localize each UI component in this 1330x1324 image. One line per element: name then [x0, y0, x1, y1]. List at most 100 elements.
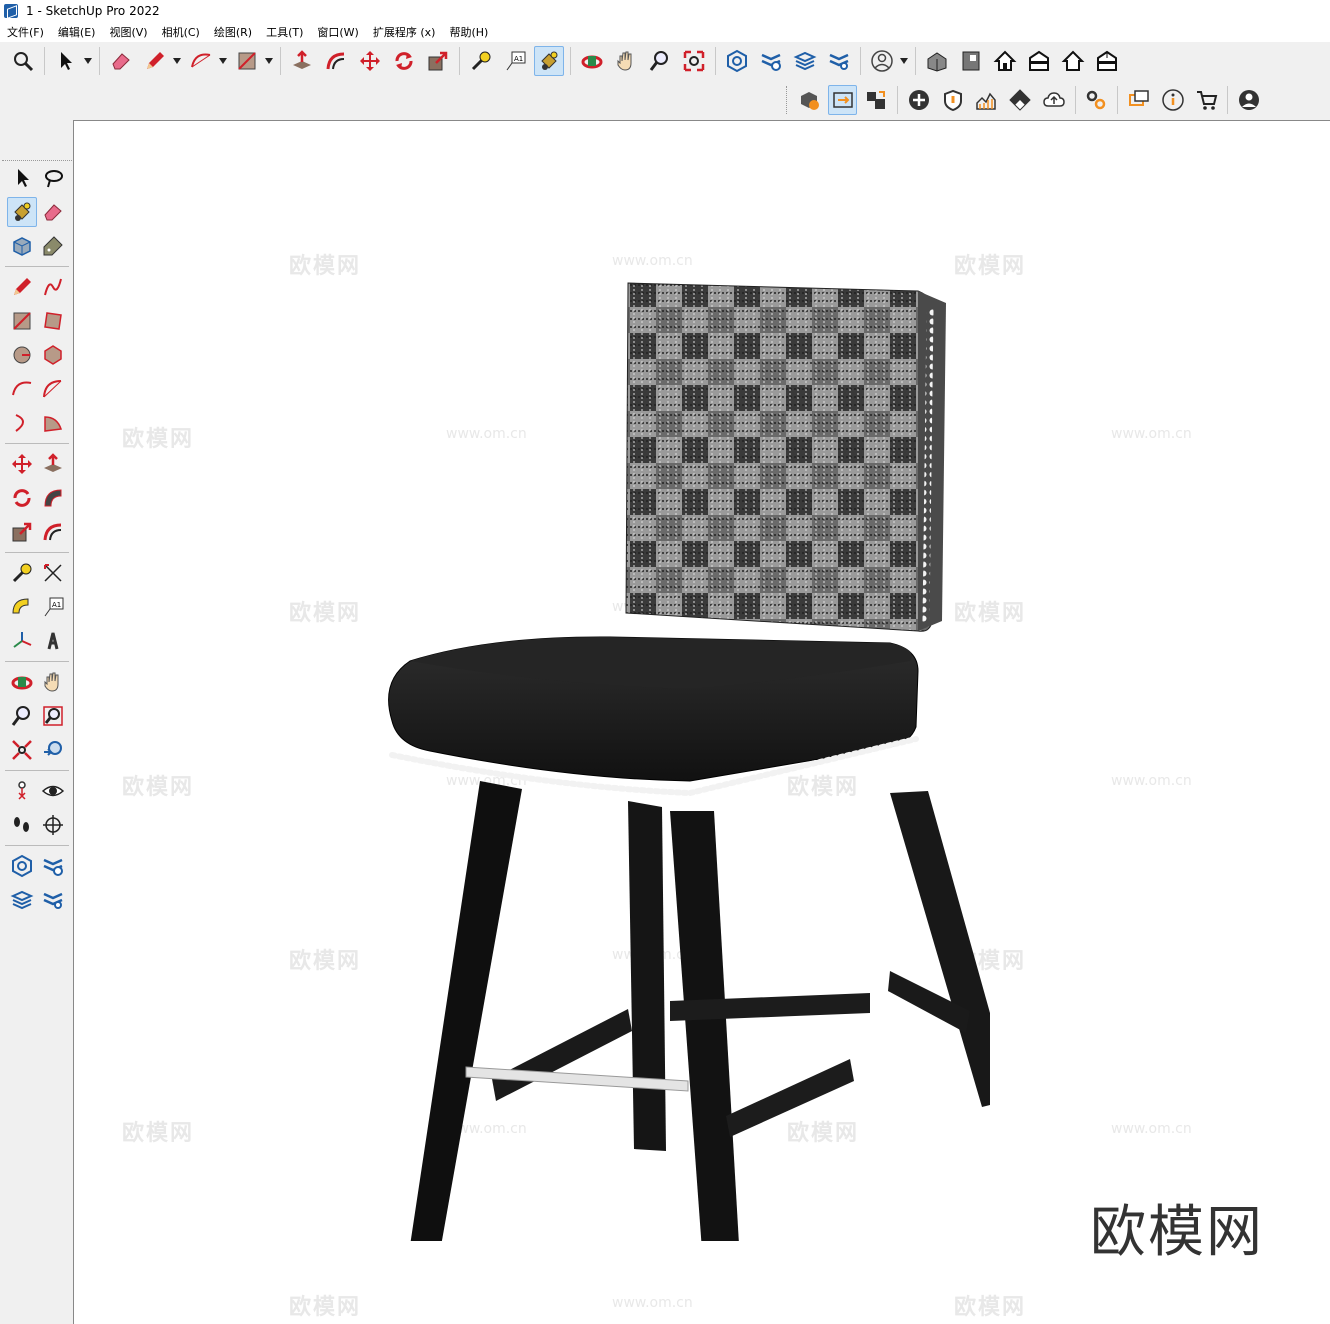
3d-warehouse-tool[interactable] — [7, 851, 37, 881]
line-tool[interactable] — [7, 272, 37, 302]
messages-button[interactable] — [1124, 85, 1154, 115]
section-plane-button[interactable] — [794, 85, 824, 115]
pan-tool[interactable] — [38, 667, 68, 697]
rectangle-tool[interactable] — [7, 306, 37, 336]
previous-view-tool[interactable] — [38, 735, 68, 765]
protractor-tool[interactable] — [7, 592, 37, 622]
profile-button[interactable] — [1234, 85, 1264, 115]
dynamic-components-button[interactable] — [1082, 85, 1112, 115]
menu-extensions[interactable]: 扩展程序 (x) — [366, 24, 443, 40]
push-pull-tool[interactable] — [38, 449, 68, 479]
menu-help[interactable]: 帮助(H) — [442, 24, 495, 40]
select-button[interactable] — [51, 46, 81, 76]
menu-file[interactable]: 文件(F) — [0, 24, 51, 40]
toggle-terrain-button[interactable] — [971, 85, 1001, 115]
shapes-button[interactable] — [232, 46, 262, 76]
scale-button[interactable] — [423, 46, 453, 76]
display-section-planes-button[interactable] — [827, 85, 858, 115]
walk-tool[interactable] — [7, 810, 37, 840]
zoom-tool[interactable] — [7, 701, 37, 731]
make-component-tool[interactable] — [7, 231, 37, 261]
cloud-upload-button[interactable] — [1039, 85, 1069, 115]
arc-dropdown[interactable] — [218, 46, 228, 76]
extension-warehouse-button[interactable] — [756, 46, 786, 76]
follow-me-tool[interactable] — [38, 483, 68, 513]
menu-camera[interactable]: 相机(C) — [155, 24, 207, 40]
menu-edit[interactable]: 编辑(E) — [51, 24, 103, 40]
line-dropdown[interactable] — [172, 46, 182, 76]
tape-measure-button[interactable] — [466, 46, 496, 76]
text-tool[interactable]: A1 — [38, 592, 68, 622]
layout-tool[interactable] — [7, 885, 37, 915]
arc-tool[interactable] — [7, 374, 37, 404]
front-view-button[interactable] — [990, 46, 1020, 76]
extension-warehouse-tool[interactable] — [38, 851, 68, 881]
menu-view[interactable]: 视图(V) — [102, 24, 154, 40]
select-dropdown[interactable] — [83, 46, 93, 76]
extension-manager-tool[interactable] — [38, 885, 68, 915]
orbit-view-tool[interactable] — [7, 667, 37, 697]
iso-view-button[interactable] — [922, 46, 952, 76]
offset-tool[interactable] — [38, 517, 68, 547]
section-plane-tool[interactable] — [38, 810, 68, 840]
dimension-tool[interactable] — [38, 558, 68, 588]
tag-tool[interactable] — [38, 231, 68, 261]
paint-bucket-button[interactable] — [534, 46, 564, 76]
scale-tool[interactable] — [7, 517, 37, 547]
menu-window[interactable]: 窗口(W) — [310, 24, 365, 40]
account-dropdown[interactable] — [899, 46, 909, 76]
toolbar-handle[interactable] — [786, 86, 789, 114]
menu-tools[interactable]: 工具(T) — [259, 24, 310, 40]
freehand-tool[interactable] — [38, 272, 68, 302]
look-around-tool[interactable] — [38, 776, 68, 806]
push-pull-button[interactable] — [287, 46, 317, 76]
pan-button[interactable] — [611, 46, 641, 76]
orbit-tool[interactable] — [38, 163, 68, 193]
info-button[interactable] — [1158, 85, 1188, 115]
move-button[interactable] — [355, 46, 385, 76]
add-location-button[interactable] — [904, 85, 934, 115]
three-point-arc-tool[interactable] — [7, 408, 37, 438]
display-section-cuts-button[interactable] — [861, 85, 891, 115]
zoom-button[interactable] — [645, 46, 675, 76]
rotate-button[interactable] — [389, 46, 419, 76]
model-viewport[interactable]: 欧模网 欧模网 www.om.cn 欧模网 欧模网 www.om.cn www.… — [73, 120, 1330, 1324]
polygon-tool[interactable] — [38, 340, 68, 370]
circle-tool[interactable] — [7, 340, 37, 370]
layout-button[interactable] — [790, 46, 820, 76]
menu-draw[interactable]: 绘图(R) — [207, 24, 259, 40]
line-button[interactable] — [140, 46, 170, 76]
rotate-tool[interactable] — [7, 483, 37, 513]
eraser-tool[interactable] — [38, 197, 68, 227]
offset-button[interactable] — [321, 46, 351, 76]
geo-location-button[interactable] — [938, 85, 968, 115]
right-view-button[interactable] — [1024, 46, 1054, 76]
select-tool[interactable] — [7, 163, 37, 193]
zoom-extents-tool[interactable] — [7, 735, 37, 765]
arc-button[interactable] — [186, 46, 216, 76]
paint-bucket-tool[interactable] — [6, 197, 37, 227]
axes-tool[interactable] — [7, 626, 37, 656]
bar-stool-model[interactable] — [370, 281, 990, 1241]
zoom-extents-button[interactable] — [8, 46, 38, 76]
extension-manager-button[interactable] — [824, 46, 854, 76]
two-point-arc-tool[interactable] — [38, 374, 68, 404]
store-button[interactable] — [1192, 85, 1222, 115]
top-view-button[interactable] — [956, 46, 986, 76]
tape-measure-tool[interactable] — [7, 558, 37, 588]
move-tool[interactable] — [7, 449, 37, 479]
position-camera-tool[interactable] — [7, 776, 37, 806]
shapes-dropdown[interactable] — [264, 46, 274, 76]
zoom-window-tool[interactable] — [38, 701, 68, 731]
account-button[interactable] — [867, 46, 897, 76]
back-view-button[interactable] — [1058, 46, 1088, 76]
orbit-button[interactable] — [577, 46, 607, 76]
3d-warehouse-button[interactable] — [722, 46, 752, 76]
eraser-button[interactable] — [106, 46, 136, 76]
left-view-button[interactable] — [1092, 46, 1122, 76]
3d-text-tool[interactable] — [38, 626, 68, 656]
rotated-rectangle-tool[interactable] — [38, 306, 68, 336]
pie-tool[interactable] — [38, 408, 68, 438]
text-button[interactable]: A1 — [500, 46, 530, 76]
photo-textures-button[interactable] — [1005, 85, 1035, 115]
